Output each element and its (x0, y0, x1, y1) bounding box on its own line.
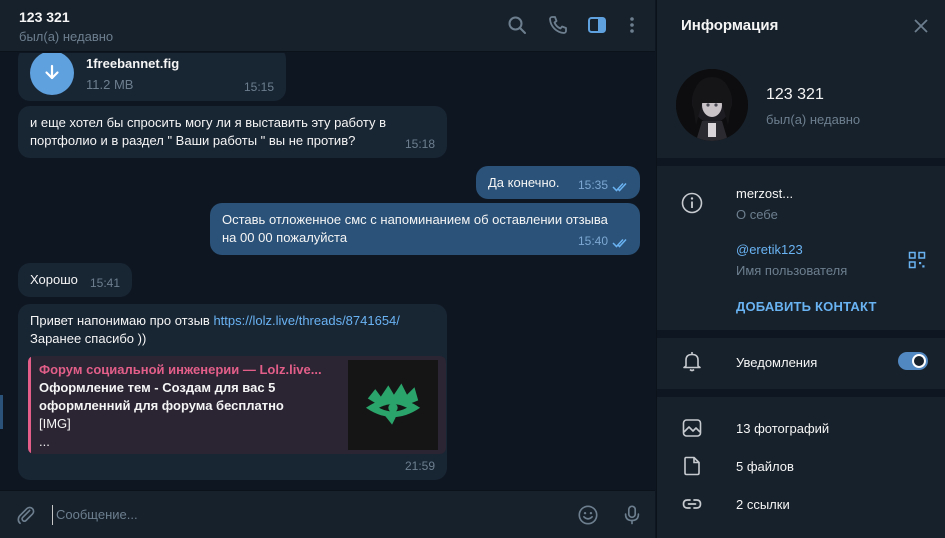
lolz-logo-icon (365, 383, 421, 425)
info-icon (681, 192, 703, 214)
username-label: Имя пользователя (736, 263, 848, 278)
incoming-message[interactable]: Хорошо 15:41 (18, 263, 132, 297)
section-divider (657, 158, 945, 166)
chat-area: 123 321 был(а) недавно 1freebannet.fig 1… (0, 0, 655, 538)
info-panel: Информация 123 321 был(а) недавно merzos… (656, 0, 945, 538)
message-time: 21:59 (404, 459, 435, 473)
photo-icon (681, 417, 703, 439)
message-time: 15:18 (404, 137, 435, 151)
message-text: портфолио и в раздел " Ваши работы " вы … (30, 133, 356, 148)
more-icon[interactable] (621, 14, 643, 36)
incoming-message[interactable]: Привет напонимаю про отзыв https://lolz.… (18, 304, 447, 480)
message-text: Привет напонимаю про отзыв https://lolz.… (30, 312, 435, 330)
qr-code-icon[interactable] (908, 251, 926, 269)
file-message[interactable]: 1freebannet.fig 11.2 MB 15:15 (18, 53, 286, 101)
composer: Сообщение... (0, 490, 655, 538)
avatar[interactable] (676, 69, 748, 141)
message-time: 15:41 (89, 276, 120, 290)
info-title: Информация (681, 17, 779, 34)
message-text: Заранее спасибо )) (30, 331, 147, 346)
message-link[interactable]: https://lolz.live/threads/8741654/ (213, 313, 399, 328)
chat-header: 123 321 был(а) недавно (0, 0, 655, 52)
files-link[interactable]: 5 файлов (736, 459, 794, 474)
message-text: на 00 00 пожалуйста (222, 230, 348, 245)
message-time: 15:15 (243, 80, 274, 94)
download-icon[interactable] (30, 53, 74, 95)
preview-image[interactable] (348, 360, 438, 450)
sidebar-toggle-icon[interactable] (586, 14, 608, 36)
file-icon (681, 455, 703, 477)
emoji-icon[interactable] (576, 503, 600, 527)
chat-title[interactable]: 123 321 (19, 9, 70, 25)
notifications-toggle[interactable] (898, 352, 928, 370)
link-preview[interactable]: Форум социальной инженерии — Lolz.live..… (28, 356, 446, 454)
message-text-prefix: Привет напонимаю про отзыв (30, 313, 214, 328)
microphone-icon[interactable] (620, 503, 644, 527)
section-divider (657, 330, 945, 338)
message-text: и еще хотел бы спросить могу ли я выстав… (30, 115, 387, 130)
read-check-icon (612, 182, 627, 192)
toggle-knob (912, 354, 926, 368)
section-divider (657, 389, 945, 397)
photos-link[interactable]: 13 фотографий (736, 421, 829, 436)
attach-icon[interactable] (14, 503, 38, 527)
preview-description: ... (39, 434, 50, 449)
incoming-message[interactable]: и еще хотел бы спросить могу ли я выстав… (18, 106, 447, 158)
search-icon[interactable] (506, 14, 528, 36)
message-list[interactable]: 1freebannet.fig 11.2 MB 15:15 и еще хоте… (0, 53, 655, 490)
read-check-icon (612, 238, 627, 248)
add-contact-button[interactable]: ДОБАВИТЬ КОНТАКТ (736, 299, 877, 314)
message-time: 15:35 (577, 178, 608, 192)
link-icon (681, 493, 703, 515)
unread-marker (0, 395, 3, 429)
profile-status: был(а) недавно (766, 112, 861, 127)
preview-accent-bar (28, 356, 31, 454)
message-input[interactable]: Сообщение... (52, 505, 532, 525)
username-link[interactable]: @eretik123 (736, 242, 803, 257)
profile-name: 123 321 (766, 86, 824, 103)
file-size: 11.2 MB (86, 77, 134, 92)
phone-icon[interactable] (547, 14, 569, 36)
outgoing-message[interactable]: Оставь отложенное смс с напоминанием об … (210, 203, 640, 255)
file-name[interactable]: 1freebannet.fig (86, 55, 179, 73)
preview-site-name: Форум социальной инженерии — Lolz.live..… (39, 362, 322, 377)
close-icon[interactable] (912, 17, 930, 35)
preview-title: Оформление тем - Создам для вас 5 оформл… (39, 380, 284, 413)
message-time: 15:40 (577, 234, 608, 248)
bell-icon (681, 350, 703, 372)
preview-description: [IMG] (39, 416, 71, 431)
bio-label: О себе (736, 207, 778, 222)
links-link[interactable]: 2 ссылки (736, 497, 790, 512)
chat-status: был(а) недавно (19, 29, 114, 44)
outgoing-message[interactable]: Да конечно. 15:35 (476, 166, 640, 199)
bio-text[interactable]: merzost... (736, 186, 793, 201)
message-text: Оставь отложенное смс с напоминанием об … (222, 212, 608, 227)
notifications-label: Уведомления (736, 355, 818, 370)
